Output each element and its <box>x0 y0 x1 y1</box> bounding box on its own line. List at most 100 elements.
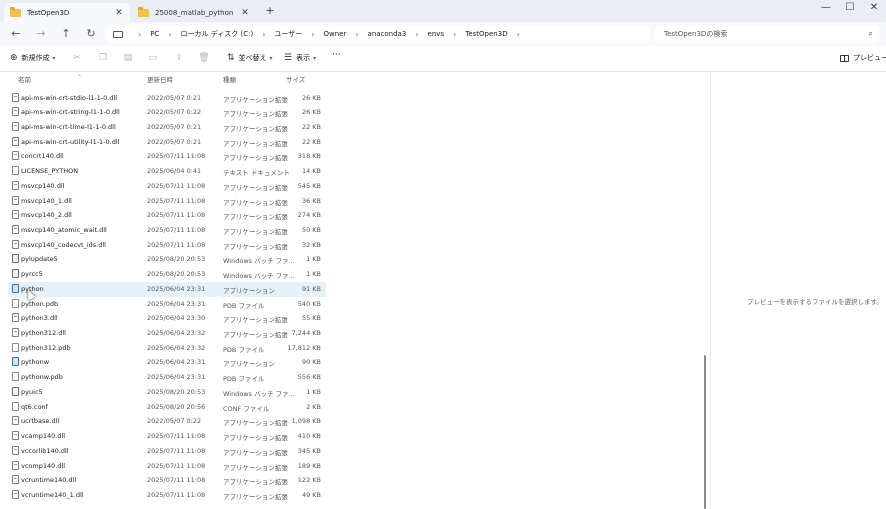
column-header-row: ⌃ 名前 更新日時 種類 サイズ <box>0 72 700 84</box>
forward-button[interactable]: → <box>33 27 49 40</box>
file-row[interactable]: api-ms-win-crt-stdio-l1-1-0.dll 2022/05/0… <box>8 91 326 106</box>
file-row[interactable]: api-ms-win-crt-utility-l1-1-0.dll 2022/05… <box>8 135 326 150</box>
file-row[interactable]: pylupdate5 2025/08/20 20:53 Windows バッチ ファ… <box>8 252 326 267</box>
file-date: 2025/06/04 23:31 <box>147 358 206 367</box>
column-date[interactable]: 更新日時 <box>147 74 173 84</box>
view-button[interactable]: ☰ 表示 ▾ <box>284 53 316 63</box>
file-size: 1 KB <box>306 387 321 396</box>
copy-icon[interactable]: ❐ <box>96 53 110 63</box>
tab-testopen3d[interactable]: TestOpen3D ✕ <box>4 3 130 22</box>
command-bar: ⊕ 新規作成 ▾ ✂ ❐ ▤ ▭ ⇪ 🗑 ⇅ 並べ替え ▾ ☰ 表示 ▾ ··· <box>0 46 886 72</box>
file-name: api-ms-win-crt-utility-l1-1-0.dll <box>21 137 120 146</box>
file-size: 50 KB <box>301 225 321 234</box>
file-row[interactable]: msvcp140_codecvt_ids.dll 2025/07/11 11:08… <box>8 238 326 253</box>
file-row[interactable]: python312.dll 2025/06/04 23:32 アプリケーション拡張 7… <box>8 326 326 341</box>
chevron-right-icon[interactable]: › <box>517 30 520 39</box>
file-size: 26 KB <box>301 93 321 102</box>
file-row[interactable]: python3.dll 2025/06/04 23:30 アプリケーション拡張 55 … <box>8 311 326 326</box>
breadcrumb-pc[interactable]: PC <box>150 30 159 38</box>
column-type[interactable]: 種類 <box>223 74 236 84</box>
dll-file-icon <box>12 151 19 161</box>
preview-pane-button[interactable]: プレビュー <box>840 53 886 63</box>
vertical-scrollbar[interactable] <box>704 355 706 509</box>
dll-file-icon <box>12 136 19 146</box>
file-row[interactable]: python312.pdb 2025/06/04 23:32 PDB ファイル 17,… <box>8 341 326 356</box>
file-row[interactable]: python.pdb 2025/06/04 23:31 PDB ファイル 540 KB <box>8 297 326 312</box>
breadcrumb-testopen3d[interactable]: TestOpen3D <box>465 30 507 38</box>
sort-button[interactable]: ⇅ 並べ替え ▾ <box>227 53 273 63</box>
more-options-button[interactable]: ··· <box>332 50 341 60</box>
file-row[interactable]: pyrcc5 2025/08/20 20:53 Windows バッチ ファ... 1… <box>8 267 326 282</box>
dll-file-icon <box>12 489 19 499</box>
back-button[interactable]: ← <box>8 27 24 40</box>
file-row[interactable]: api-ms-win-crt-time-l1-1-0.dll 2022/05/07… <box>8 120 326 135</box>
breadcrumb-anaconda3[interactable]: anaconda3 <box>368 30 407 38</box>
new-button[interactable]: ⊕ 新規作成 ▾ <box>10 53 56 63</box>
file-name: vcruntime140.dll <box>21 476 77 485</box>
file-size: 26 KB <box>301 108 321 117</box>
file-row[interactable]: python 2025/06/04 23:31 アプリケーション 91 KB <box>8 281 326 297</box>
file-row[interactable]: vcomp140.dll 2025/07/11 11:08 アプリケーション拡張 18… <box>8 459 326 474</box>
chevron-right-icon: › <box>355 29 359 39</box>
file-row[interactable]: msvcp140_1.dll 2025/07/11 11:08 アプリケーション拡張… <box>8 194 326 209</box>
breadcrumb-envs[interactable]: envs <box>428 30 445 38</box>
file-date: 2025/07/11 11:08 <box>147 211 206 220</box>
file-row[interactable]: vccorlib140.dll 2025/07/11 11:08 アプリケーション拡… <box>8 444 326 459</box>
file-size: 122 KB <box>297 476 321 485</box>
share-icon[interactable]: ⇪ <box>172 53 186 63</box>
dll-file-icon <box>12 475 19 485</box>
address-bar[interactable]: › PC › ローカル ディスク (C:) › ユーザー › Owner › a… <box>107 25 650 43</box>
file-row[interactable]: msvcp140_2.dll 2025/07/11 11:08 アプリケーション拡張… <box>8 208 326 223</box>
file-row[interactable]: api-ms-win-crt-string-l1-1-0.dll 2022/05/… <box>8 105 326 120</box>
file-row[interactable]: ucrtbase.dll 2022/05/07 0:22 アプリケーション拡張 1,0… <box>8 414 326 429</box>
column-name[interactable]: 名前 <box>18 74 31 84</box>
file-row[interactable]: msvcp140.dll 2025/07/11 11:08 アプリケーション拡張 54… <box>8 179 326 194</box>
breadcrumb-users[interactable]: ユーザー <box>274 29 302 39</box>
close-window-button[interactable]: ✕ <box>864 2 884 13</box>
refresh-button[interactable]: ↻ <box>83 27 99 40</box>
rename-icon[interactable]: ▭ <box>146 53 160 63</box>
file-row[interactable]: qt6.conf 2025/08/20 20:56 CONF ファイル 2 KB <box>8 400 326 415</box>
dll-file-icon <box>12 224 19 234</box>
batch-file-icon <box>12 386 19 396</box>
close-tab-icon[interactable]: ✕ <box>114 8 124 18</box>
chevron-right-icon: › <box>262 29 266 39</box>
minimize-button[interactable]: — <box>816 2 836 13</box>
delete-icon[interactable]: 🗑 <box>197 53 211 63</box>
file-date: 2025/06/04 23:31 <box>147 373 206 382</box>
file-row[interactable]: pyuic5 2025/08/20 20:53 Windows バッチ ファ... 1… <box>8 385 326 400</box>
file-row[interactable]: concrt140.dll 2025/07/11 11:08 アプリケーション拡張 3… <box>8 149 326 164</box>
file-name: msvcp140_2.dll <box>21 211 72 220</box>
document-icon <box>12 372 19 382</box>
column-size[interactable]: サイズ <box>286 74 305 84</box>
file-row[interactable]: vcruntime140_1.dll 2025/07/11 11:08 アプリケーシ… <box>8 488 326 503</box>
cut-icon[interactable]: ✂ <box>70 53 84 63</box>
file-size: 2 KB <box>306 402 321 411</box>
new-tab-button[interactable]: + <box>264 4 276 17</box>
document-icon <box>12 401 19 411</box>
file-row[interactable]: pythonw.pdb 2025/06/04 23:31 PDB ファイル 556 K… <box>8 370 326 385</box>
breadcrumb-owner[interactable]: Owner <box>323 30 346 38</box>
file-row[interactable]: msvcp140_atomic_wait.dll 2025/07/11 11:08… <box>8 223 326 238</box>
preview-divider[interactable] <box>710 72 711 509</box>
up-button[interactable]: ↑ <box>58 27 74 40</box>
chevron-right-icon: › <box>453 29 457 39</box>
file-name: msvcp140_1.dll <box>21 196 72 205</box>
file-date: 2025/07/11 11:08 <box>147 225 206 234</box>
paste-icon[interactable]: ▤ <box>121 53 135 63</box>
file-row[interactable]: vcamp140.dll 2025/07/11 11:08 アプリケーション拡張 41… <box>8 429 326 444</box>
file-size: 345 KB <box>297 446 321 455</box>
dll-file-icon <box>12 107 19 117</box>
close-tab-icon[interactable]: ✕ <box>240 8 250 18</box>
file-name: qt6.conf <box>21 402 48 411</box>
breadcrumb-local-disk[interactable]: ローカル ディスク (C:) <box>181 29 254 39</box>
maximize-button[interactable]: ☐ <box>840 2 860 13</box>
search-input[interactable]: TestOpen3Dの検索 ⌕ <box>655 25 879 43</box>
sort-label: 並べ替え <box>238 54 267 62</box>
file-row[interactable]: pythonw 2025/06/04 23:31 アプリケーション 90 KB <box>8 355 326 370</box>
file-date: 2025/07/11 11:08 <box>147 432 206 441</box>
file-row[interactable]: vcruntime140.dll 2025/07/11 11:08 アプリケーション… <box>8 473 326 488</box>
file-name: msvcp140_atomic_wait.dll <box>21 225 107 234</box>
tab-matlab-python[interactable]: 25008_matlab_python ✕ <box>132 3 256 22</box>
file-row[interactable]: LICENSE_PYTHON 2025/06/04 0:41 テキスト ドキュメント… <box>8 164 326 179</box>
